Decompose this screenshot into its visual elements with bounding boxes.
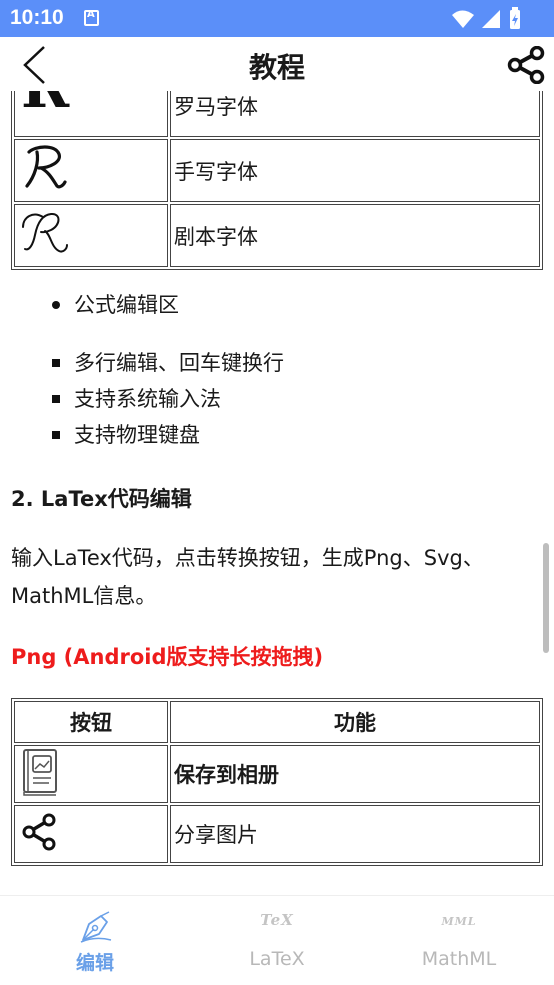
tab-label: MathML (421, 948, 497, 970)
list-item: 公式编辑区 (46, 287, 179, 323)
script-r-glyph (22, 212, 68, 253)
list-item: 支持物理键盘 (46, 417, 284, 453)
page-title: 教程 (248, 51, 305, 84)
tab-edit[interactable]: 编辑 (3, 896, 187, 985)
bottom-navigation: 编辑 TeX LaTeX MML MathML (0, 895, 554, 985)
tab-label: LaTeX (249, 948, 305, 970)
column-header: 功能 (170, 701, 540, 743)
table-row: 剧本字体 (14, 204, 540, 267)
mml-icon: MML (441, 915, 477, 928)
section-heading: 2. LaTex代码编辑 (11, 487, 192, 511)
photo-album-icon (23, 748, 57, 796)
tex-icon: TeX (260, 911, 294, 929)
table-row: 保存到相册 (14, 745, 540, 803)
list-item: 多行编辑、回车键换行 (46, 345, 284, 381)
font-name-cell: 罗马字体 (170, 91, 540, 137)
feature-list: 公式编辑区 (46, 287, 179, 323)
roman-r-glyph: R (21, 91, 70, 121)
tab-mathml[interactable]: MML MathML (367, 896, 551, 985)
section-paragraph: 输入LaTex代码，点击转换按钮，生成Png、Svg、MathML信息。 (11, 546, 484, 608)
function-cell: 分享图片 (170, 805, 540, 863)
notification-app-icon (84, 9, 99, 26)
script-r-sample (14, 204, 168, 267)
table-header-row: 按钮 功能 (14, 701, 540, 743)
font-style-table: R 罗马字体 手写字体 剧本字体 (11, 91, 543, 270)
system-icons (450, 7, 542, 35)
column-header: 按钮 (14, 701, 168, 743)
tab-latex[interactable]: TeX LaTeX (185, 896, 369, 985)
table-row: 分享图片 (14, 805, 540, 863)
status-time: 10:10 (10, 6, 64, 29)
svg-text:R: R (21, 91, 70, 121)
table-row: 手写字体 (14, 139, 540, 202)
png-heading: Png (Android版支持长按拖拽) (11, 645, 324, 669)
share-icon (22, 813, 56, 850)
status-bar: 10:10 (0, 0, 554, 37)
button-icon-cell (14, 745, 168, 803)
tab-label: 编辑 (75, 952, 114, 974)
roman-r-sample: R (14, 91, 168, 137)
button-icon-cell (14, 805, 168, 863)
calligraphic-r-sample (14, 139, 168, 202)
pen-nib-icon (3, 910, 187, 948)
calligraphic-r-glyph (25, 145, 67, 189)
wifi-signal-battery-icon (452, 7, 520, 29)
share-icon[interactable] (506, 45, 546, 88)
table-row: R 罗马字体 (14, 91, 540, 137)
tutorial-content[interactable]: R 罗马字体 手写字体 剧本字体 公式编辑区 多行编辑、回车键换行 (0, 91, 554, 895)
button-function-table: 按钮 功能 保存到相册 分享图片 (11, 698, 543, 866)
font-name-cell: 手写字体 (170, 139, 540, 202)
font-name-cell: 剧本字体 (170, 204, 540, 267)
title-bar: 教程 (0, 37, 554, 91)
function-cell: 保存到相册 (170, 745, 540, 803)
list-item: 支持系统输入法 (46, 381, 284, 417)
scrollbar-thumb[interactable] (543, 543, 549, 653)
feature-sublist: 多行编辑、回车键换行 支持系统输入法 支持物理键盘 (46, 345, 284, 453)
